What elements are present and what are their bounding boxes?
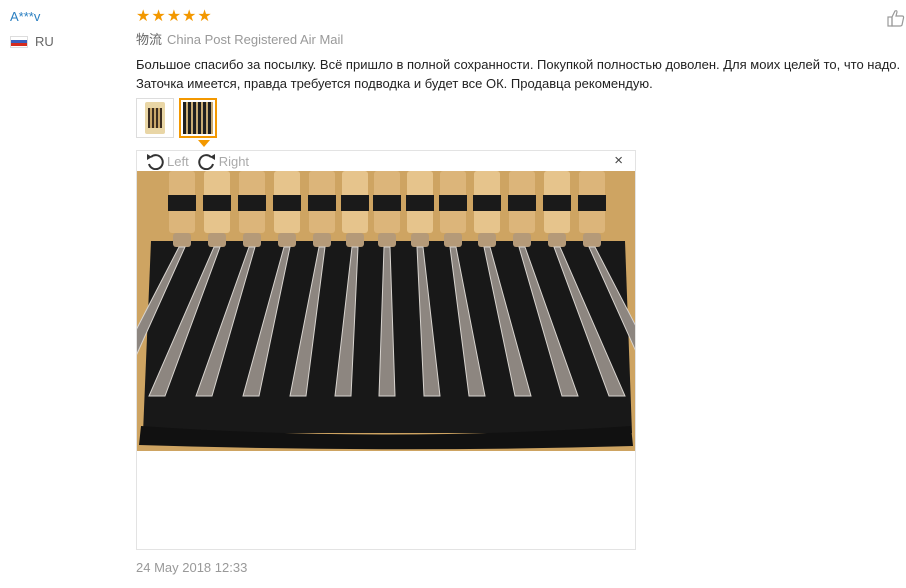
thumbnail-1[interactable] bbox=[136, 98, 174, 138]
rotate-left-label: Left bbox=[167, 153, 189, 169]
rotate-left-icon bbox=[147, 154, 164, 170]
review-image-thumbnails bbox=[136, 98, 217, 138]
russia-flag-icon bbox=[10, 35, 28, 48]
review-date: 24 May 2018 12:33 bbox=[136, 560, 248, 575]
rotate-left-button[interactable]: Left bbox=[145, 152, 189, 170]
review-photo bbox=[137, 171, 635, 451]
star-rating: ★★★★★ bbox=[136, 8, 213, 25]
active-thumb-indicator bbox=[198, 140, 210, 147]
logistics-info: 物流 China Post Registered Air Mail bbox=[136, 32, 906, 48]
image-viewer: Left Right × bbox=[136, 150, 636, 550]
logistics-label: 物流 bbox=[136, 32, 163, 47]
rotate-right-button[interactable]: Right bbox=[197, 152, 249, 170]
close-icon[interactable]: × bbox=[614, 153, 623, 169]
country-code: RU bbox=[35, 34, 54, 49]
reviewer-info: A***v RU bbox=[10, 8, 120, 49]
reviewer-name: A***v bbox=[10, 9, 41, 24]
viewer-toolbar: Left Right bbox=[145, 151, 257, 171]
thumbs-up-icon[interactable] bbox=[886, 8, 906, 28]
rotate-right-icon bbox=[197, 154, 215, 170]
review-text: Большое спасибо за посылку. Всё пришло в… bbox=[136, 57, 901, 91]
rotate-right-label: Right bbox=[218, 153, 250, 169]
thumbnail-2[interactable] bbox=[179, 98, 217, 138]
review-body: ★★★★★ 物流 China Post Registered Air Mail Б… bbox=[136, 8, 906, 93]
reviewer-country: RU bbox=[10, 34, 120, 49]
logistics-value: China Post Registered Air Mail bbox=[167, 32, 344, 47]
